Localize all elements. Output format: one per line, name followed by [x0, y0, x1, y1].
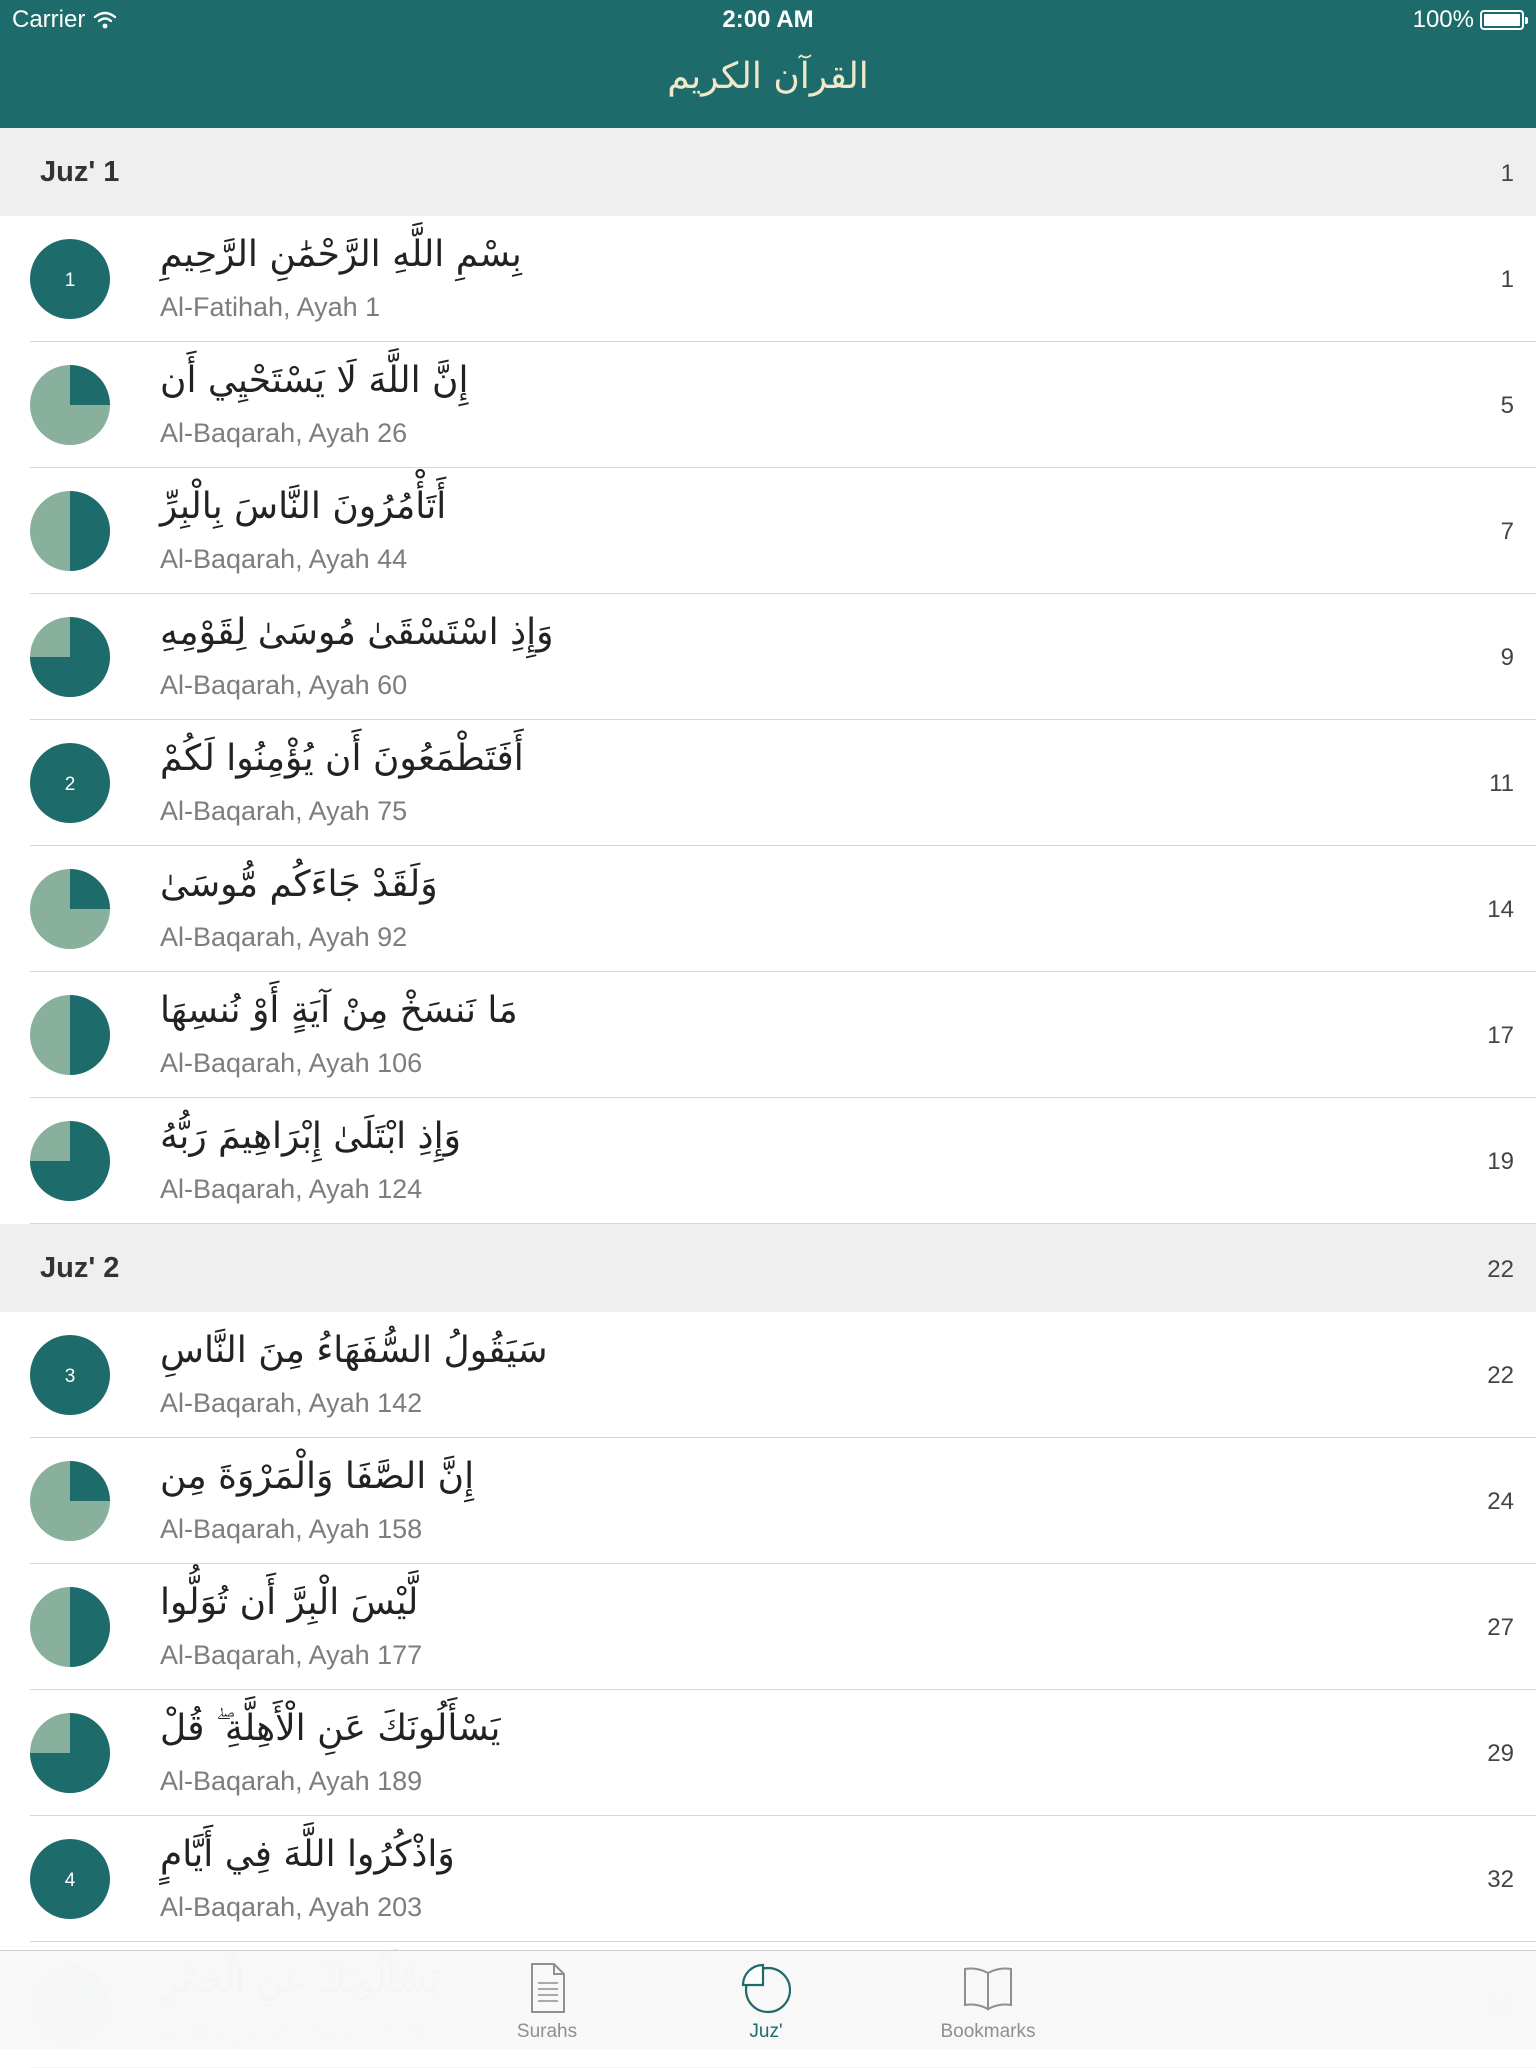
quarter-pie-icon	[30, 617, 110, 697]
pie-icon	[741, 1963, 791, 2014]
nav-title: القرآن الكريم	[667, 56, 869, 97]
tab-juz[interactable]: Juz'	[676, 1951, 856, 2049]
quarter-row[interactable]: إِنَّ الصَّفَا وَالْمَرْوَةَ مِن Al-Baqar…	[0, 1438, 1536, 1564]
ayah-reference: Al-Baqarah, Ayah 60	[160, 670, 408, 700]
ayah-reference: Al-Baqarah, Ayah 124	[160, 1174, 423, 1204]
page-number: 17	[1487, 1022, 1514, 1049]
ayah-reference: Al-Baqarah, Ayah 44	[160, 544, 408, 574]
ayah-reference: Al-Baqarah, Ayah 177	[160, 1640, 423, 1670]
quarter-pie-icon	[30, 1121, 110, 1201]
page-number: 1	[1500, 266, 1514, 293]
page-number: 7	[1500, 518, 1514, 545]
ayah-reference: Al-Baqarah, Ayah 189	[160, 1766, 423, 1796]
page-number: 19	[1487, 1148, 1514, 1175]
quarter-pie-icon	[30, 365, 110, 445]
ayah-reference: Al-Baqarah, Ayah 106	[160, 1048, 423, 1078]
page-number: 11	[1489, 770, 1514, 797]
hizb-number: 1	[65, 270, 76, 291]
tab-surahs[interactable]: Surahs	[457, 1951, 637, 2049]
quarter-row[interactable]: 3 سَيَقُولُ السُّفَهَاءُ مِنَ النَّاسِ Al-…	[0, 1312, 1536, 1438]
ayah-reference: Al-Baqarah, Ayah 75	[160, 796, 408, 826]
juz-title: Juz' 1	[40, 156, 120, 188]
status-bar: Carrier 2:00 AM 100%	[0, 0, 1536, 40]
ayah-text: بِسْمِ اللَّهِ الرَّحْمَٰنِ الرَّحِيمِ	[160, 234, 522, 275]
ayah-reference: Al-Baqarah, Ayah 92	[160, 922, 408, 952]
quarter-row[interactable]: وَلَقَدْ جَاءَكُم مُّوسَىٰ Al-Baqarah, Ay…	[0, 846, 1536, 972]
quarter-row[interactable]: 4 وَاذْكُرُوا اللَّهَ فِي أَيَّامٍ Al-Baqa…	[0, 1816, 1536, 1942]
quarter-row[interactable]: إِنَّ اللَّهَ لَا يَسْتَحْيِي أَن Al-Baqa…	[0, 342, 1536, 468]
tab-bookmarks[interactable]: Bookmarks	[898, 1951, 1078, 2049]
ayah-text: وَلَقَدْ جَاءَكُم مُّوسَىٰ	[160, 864, 438, 905]
hizb-number: 4	[65, 1870, 76, 1891]
juz-section-header: Juz' 2 22	[0, 1224, 1536, 1312]
juz-section-header: Juz' 1 1	[0, 128, 1536, 216]
page-number: 22	[1487, 1362, 1514, 1389]
quarter-row[interactable]: 1 بِسْمِ اللَّهِ الرَّحْمَٰنِ الرَّحِيمِ A…	[0, 216, 1536, 342]
quarter-row[interactable]: مَا نَنسَخْ مِنْ آيَةٍ أَوْ نُنسِهَا Al-B…	[0, 972, 1536, 1098]
tab-label: Bookmarks	[940, 2021, 1036, 2042]
battery-icon	[1480, 10, 1528, 30]
battery-label: 100%	[1412, 6, 1474, 33]
ayah-text: يَسْأَلُونَكَ عَنِ الْأَهِلَّةِ ۖ قُلْ	[160, 1708, 501, 1749]
document-icon	[531, 1963, 565, 2013]
hizb-badge-icon: 4	[30, 1839, 110, 1919]
ayah-text: لَّيْسَ الْبِرَّ أَن تُوَلُّوا	[160, 1582, 419, 1623]
status-time: 2:00 AM	[722, 6, 814, 33]
quarter-pie-icon	[30, 491, 110, 571]
ayah-text: إِنَّ اللَّهَ لَا يَسْتَحْيِي أَن	[160, 360, 469, 401]
page-number: 27	[1487, 1614, 1514, 1641]
ayah-text: وَاذْكُرُوا اللَّهَ فِي أَيَّامٍ	[160, 1834, 455, 1875]
ayah-text: وَإِذِ ابْتَلَىٰ إِبْرَاهِيمَ رَبُّهُ	[160, 1116, 461, 1157]
quarter-row[interactable]: أَتَأْمُرُونَ النَّاسَ بِالْبِرِّ Al-Baqa…	[0, 468, 1536, 594]
hizb-badge-icon: 1	[30, 239, 110, 319]
quarter-row[interactable]: يَسْأَلُونَكَ عَنِ الْأَهِلَّةِ ۖ قُلْ Al…	[0, 1690, 1536, 1816]
top-bar: Carrier 2:00 AM 100% القرآن الكريم	[0, 0, 1536, 128]
juz-title: Juz' 2	[40, 1252, 120, 1284]
ayah-reference: Al-Baqarah, Ayah 26	[160, 418, 408, 448]
page-number: 9	[1500, 644, 1514, 671]
ayah-reference: Al-Fatihah, Ayah 1	[160, 292, 381, 322]
ayah-text: أَفَتَطْمَعُونَ أَن يُؤْمِنُوا لَكُمْ	[160, 738, 524, 779]
ayah-text: مَا نَنسَخْ مِنْ آيَةٍ أَوْ نُنسِهَا	[160, 990, 518, 1031]
quarter-pie-icon	[30, 869, 110, 949]
page-number: 24	[1487, 1488, 1514, 1515]
quarter-pie-icon	[30, 1587, 110, 1667]
quarter-pie-icon	[30, 1461, 110, 1541]
juz-page: 22	[1487, 1256, 1514, 1283]
ayah-reference: Al-Baqarah, Ayah 158	[160, 1514, 423, 1544]
hizb-number: 2	[65, 774, 76, 795]
ayah-text: أَتَأْمُرُونَ النَّاسَ بِالْبِرِّ	[160, 486, 447, 527]
quarter-row[interactable]: لَّيْسَ الْبِرَّ أَن تُوَلُّوا Al-Baqarah…	[0, 1564, 1536, 1690]
quarter-row[interactable]: وَإِذِ اسْتَسْقَىٰ مُوسَىٰ لِقَوْمِهِ Al-…	[0, 594, 1536, 720]
ayah-reference: Al-Baqarah, Ayah 142	[160, 1388, 423, 1418]
juz-list[interactable]: Juz' 1 1 1 بِسْمِ اللَّهِ الرَّحْمَٰنِ الرَ…	[0, 128, 1536, 2068]
quarter-pie-icon	[30, 995, 110, 1075]
book-icon	[964, 1967, 1012, 2011]
battery: 100%	[1412, 6, 1528, 34]
ayah-text: سَيَقُولُ السُّفَهَاءُ مِنَ النَّاسِ	[160, 1330, 548, 1371]
ayah-text: وَإِذِ اسْتَسْقَىٰ مُوسَىٰ لِقَوْمِهِ	[160, 612, 554, 653]
hizb-badge-icon: 3	[30, 1335, 110, 1415]
ayah-reference: Al-Baqarah, Ayah 203	[160, 1892, 423, 1922]
juz-page: 1	[1500, 160, 1514, 187]
page-number: 14	[1487, 896, 1514, 923]
page-number: 32	[1487, 1866, 1514, 1893]
page-number: 5	[1500, 392, 1514, 419]
quarter-row[interactable]: وَإِذِ ابْتَلَىٰ إِبْرَاهِيمَ رَبُّهُ Al-…	[0, 1098, 1536, 1224]
quarter-row[interactable]: 2 أَفَتَطْمَعُونَ أَن يُؤْمِنُوا لَكُمْ Al…	[0, 720, 1536, 846]
tab-label: Surahs	[516, 2021, 578, 2042]
hizb-number: 3	[65, 1366, 76, 1387]
quarter-pie-icon	[30, 1713, 110, 1793]
page-number: 29	[1487, 1740, 1514, 1767]
tab-bar: Surahs Juz' Bookmarks	[0, 1950, 1536, 2049]
hizb-badge-icon: 2	[30, 743, 110, 823]
tab-label: Juz'	[749, 2021, 783, 2042]
ayah-text: إِنَّ الصَّفَا وَالْمَرْوَةَ مِن	[160, 1456, 475, 1497]
